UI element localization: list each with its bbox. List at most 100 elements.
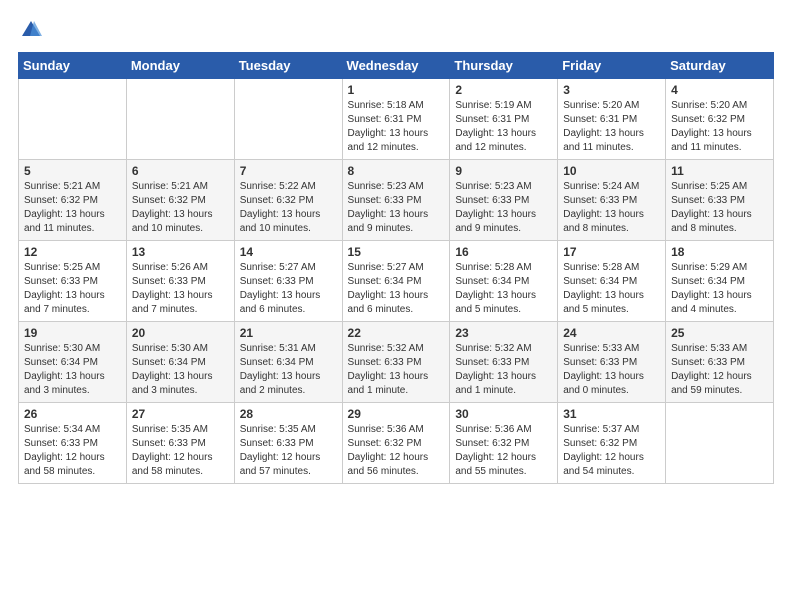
calendar-week-row: 1 Sunrise: 5:18 AM Sunset: 6:31 PM Daylig… <box>19 79 774 160</box>
calendar-cell: 9 Sunrise: 5:23 AM Sunset: 6:33 PM Daylig… <box>450 160 558 241</box>
day-info: Sunrise: 5:19 AM Sunset: 6:31 PM Dayligh… <box>455 99 552 155</box>
calendar-cell <box>19 79 127 160</box>
day-number: 9 <box>455 164 552 178</box>
day-number: 29 <box>348 407 445 421</box>
day-number: 23 <box>455 326 552 340</box>
day-info: Sunrise: 5:22 AM Sunset: 6:32 PM Dayligh… <box>240 180 337 236</box>
calendar-cell: 19 Sunrise: 5:30 AM Sunset: 6:34 PM Dayli… <box>19 322 127 403</box>
day-info: Sunrise: 5:18 AM Sunset: 6:31 PM Dayligh… <box>348 99 445 155</box>
day-info: Sunrise: 5:30 AM Sunset: 6:34 PM Dayligh… <box>24 342 121 398</box>
calendar-cell: 1 Sunrise: 5:18 AM Sunset: 6:31 PM Daylig… <box>342 79 450 160</box>
calendar-cell: 27Sunrise: 5:35 AM Sunset: 6:33 PM Dayli… <box>126 403 234 484</box>
day-info: Sunrise: 5:31 AM Sunset: 6:34 PM Dayligh… <box>240 342 337 398</box>
day-info: Sunrise: 5:36 AM Sunset: 6:32 PM Dayligh… <box>455 423 552 479</box>
calendar-cell: 18Sunrise: 5:29 AM Sunset: 6:34 PM Dayli… <box>666 241 774 322</box>
day-number: 26 <box>24 407 121 421</box>
day-number: 20 <box>132 326 229 340</box>
day-info: Sunrise: 5:29 AM Sunset: 6:34 PM Dayligh… <box>671 261 768 317</box>
day-number: 8 <box>348 164 445 178</box>
day-info: Sunrise: 5:33 AM Sunset: 6:33 PM Dayligh… <box>563 342 660 398</box>
day-number: 30 <box>455 407 552 421</box>
calendar-cell: 5Sunrise: 5:21 AM Sunset: 6:32 PM Daylig… <box>19 160 127 241</box>
calendar-cell <box>666 403 774 484</box>
day-number: 27 <box>132 407 229 421</box>
day-number: 17 <box>563 245 660 259</box>
calendar-week-row: 12 Sunrise: 5:25 AM Sunset: 6:33 PM Dayli… <box>19 241 774 322</box>
day-info: Sunrise: 5:27 AM Sunset: 6:34 PM Dayligh… <box>348 261 445 317</box>
calendar-cell: 16 Sunrise: 5:28 AM Sunset: 6:34 PM Dayli… <box>450 241 558 322</box>
calendar-cell: 11 Sunrise: 5:25 AM Sunset: 6:33 PM Dayli… <box>666 160 774 241</box>
weekday-header-row: SundayMondayTuesdayWednesdayThursdayFrid… <box>19 53 774 79</box>
day-info: Sunrise: 5:25 AM Sunset: 6:33 PM Dayligh… <box>671 180 768 236</box>
day-info: Sunrise: 5:36 AM Sunset: 6:32 PM Dayligh… <box>348 423 445 479</box>
day-info: Sunrise: 5:33 AM Sunset: 6:33 PM Dayligh… <box>671 342 768 398</box>
day-number: 22 <box>348 326 445 340</box>
day-info: Sunrise: 5:21 AM Sunset: 6:32 PM Dayligh… <box>132 180 229 236</box>
day-info: Sunrise: 5:32 AM Sunset: 6:33 PM Dayligh… <box>348 342 445 398</box>
calendar-cell: 8Sunrise: 5:23 AM Sunset: 6:33 PM Daylig… <box>342 160 450 241</box>
calendar-cell: 28 Sunrise: 5:35 AM Sunset: 6:33 PM Dayli… <box>234 403 342 484</box>
day-number: 24 <box>563 326 660 340</box>
day-number: 28 <box>240 407 337 421</box>
weekday-header-saturday: Saturday <box>666 53 774 79</box>
calendar-cell <box>126 79 234 160</box>
day-number: 31 <box>563 407 660 421</box>
weekday-header-friday: Friday <box>558 53 666 79</box>
day-number: 25 <box>671 326 768 340</box>
calendar-week-row: 19 Sunrise: 5:30 AM Sunset: 6:34 PM Dayli… <box>19 322 774 403</box>
day-number: 15 <box>348 245 445 259</box>
day-info: Sunrise: 5:20 AM Sunset: 6:31 PM Dayligh… <box>563 99 660 155</box>
day-number: 12 <box>24 245 121 259</box>
calendar-cell: 29 Sunrise: 5:36 AM Sunset: 6:32 PM Dayli… <box>342 403 450 484</box>
day-info: Sunrise: 5:28 AM Sunset: 6:34 PM Dayligh… <box>563 261 660 317</box>
day-number: 6 <box>132 164 229 178</box>
day-info: Sunrise: 5:23 AM Sunset: 6:33 PM Dayligh… <box>455 180 552 236</box>
calendar-cell: 4 Sunrise: 5:20 AM Sunset: 6:32 PM Daylig… <box>666 79 774 160</box>
calendar-cell: 21Sunrise: 5:31 AM Sunset: 6:34 PM Dayli… <box>234 322 342 403</box>
calendar-cell: 22 Sunrise: 5:32 AM Sunset: 6:33 PM Dayli… <box>342 322 450 403</box>
day-info: Sunrise: 5:32 AM Sunset: 6:33 PM Dayligh… <box>455 342 552 398</box>
calendar-cell: 24 Sunrise: 5:33 AM Sunset: 6:33 PM Dayli… <box>558 322 666 403</box>
day-number: 4 <box>671 83 768 97</box>
calendar-week-row: 5Sunrise: 5:21 AM Sunset: 6:32 PM Daylig… <box>19 160 774 241</box>
calendar-cell: 3 Sunrise: 5:20 AM Sunset: 6:31 PM Daylig… <box>558 79 666 160</box>
calendar-cell <box>234 79 342 160</box>
day-info: Sunrise: 5:25 AM Sunset: 6:33 PM Dayligh… <box>24 261 121 317</box>
day-number: 14 <box>240 245 337 259</box>
calendar-cell: 10 Sunrise: 5:24 AM Sunset: 6:33 PM Dayli… <box>558 160 666 241</box>
day-number: 11 <box>671 164 768 178</box>
calendar-cell: 12 Sunrise: 5:25 AM Sunset: 6:33 PM Dayli… <box>19 241 127 322</box>
calendar-cell: 23 Sunrise: 5:32 AM Sunset: 6:33 PM Dayli… <box>450 322 558 403</box>
weekday-header-monday: Monday <box>126 53 234 79</box>
day-info: Sunrise: 5:21 AM Sunset: 6:32 PM Dayligh… <box>24 180 121 236</box>
weekday-header-thursday: Thursday <box>450 53 558 79</box>
day-number: 7 <box>240 164 337 178</box>
day-info: Sunrise: 5:20 AM Sunset: 6:32 PM Dayligh… <box>671 99 768 155</box>
day-number: 16 <box>455 245 552 259</box>
header <box>18 18 774 42</box>
calendar-cell: 26 Sunrise: 5:34 AM Sunset: 6:33 PM Dayli… <box>19 403 127 484</box>
calendar-cell: 15 Sunrise: 5:27 AM Sunset: 6:34 PM Dayli… <box>342 241 450 322</box>
day-info: Sunrise: 5:27 AM Sunset: 6:33 PM Dayligh… <box>240 261 337 317</box>
day-number: 19 <box>24 326 121 340</box>
weekday-header-sunday: Sunday <box>19 53 127 79</box>
logo-icon <box>20 18 42 40</box>
day-number: 13 <box>132 245 229 259</box>
day-info: Sunrise: 5:26 AM Sunset: 6:33 PM Dayligh… <box>132 261 229 317</box>
page-container: SundayMondayTuesdayWednesdayThursdayFrid… <box>0 0 792 502</box>
weekday-header-tuesday: Tuesday <box>234 53 342 79</box>
day-info: Sunrise: 5:34 AM Sunset: 6:33 PM Dayligh… <box>24 423 121 479</box>
calendar-week-row: 26 Sunrise: 5:34 AM Sunset: 6:33 PM Dayli… <box>19 403 774 484</box>
day-number: 3 <box>563 83 660 97</box>
calendar-cell: 17 Sunrise: 5:28 AM Sunset: 6:34 PM Dayli… <box>558 241 666 322</box>
day-number: 1 <box>348 83 445 97</box>
calendar-table: SundayMondayTuesdayWednesdayThursdayFrid… <box>18 52 774 484</box>
day-number: 2 <box>455 83 552 97</box>
day-number: 10 <box>563 164 660 178</box>
calendar-cell: 7 Sunrise: 5:22 AM Sunset: 6:32 PM Daylig… <box>234 160 342 241</box>
day-info: Sunrise: 5:28 AM Sunset: 6:34 PM Dayligh… <box>455 261 552 317</box>
logo <box>18 18 42 42</box>
day-info: Sunrise: 5:24 AM Sunset: 6:33 PM Dayligh… <box>563 180 660 236</box>
day-info: Sunrise: 5:35 AM Sunset: 6:33 PM Dayligh… <box>240 423 337 479</box>
calendar-cell: 13 Sunrise: 5:26 AM Sunset: 6:33 PM Dayli… <box>126 241 234 322</box>
